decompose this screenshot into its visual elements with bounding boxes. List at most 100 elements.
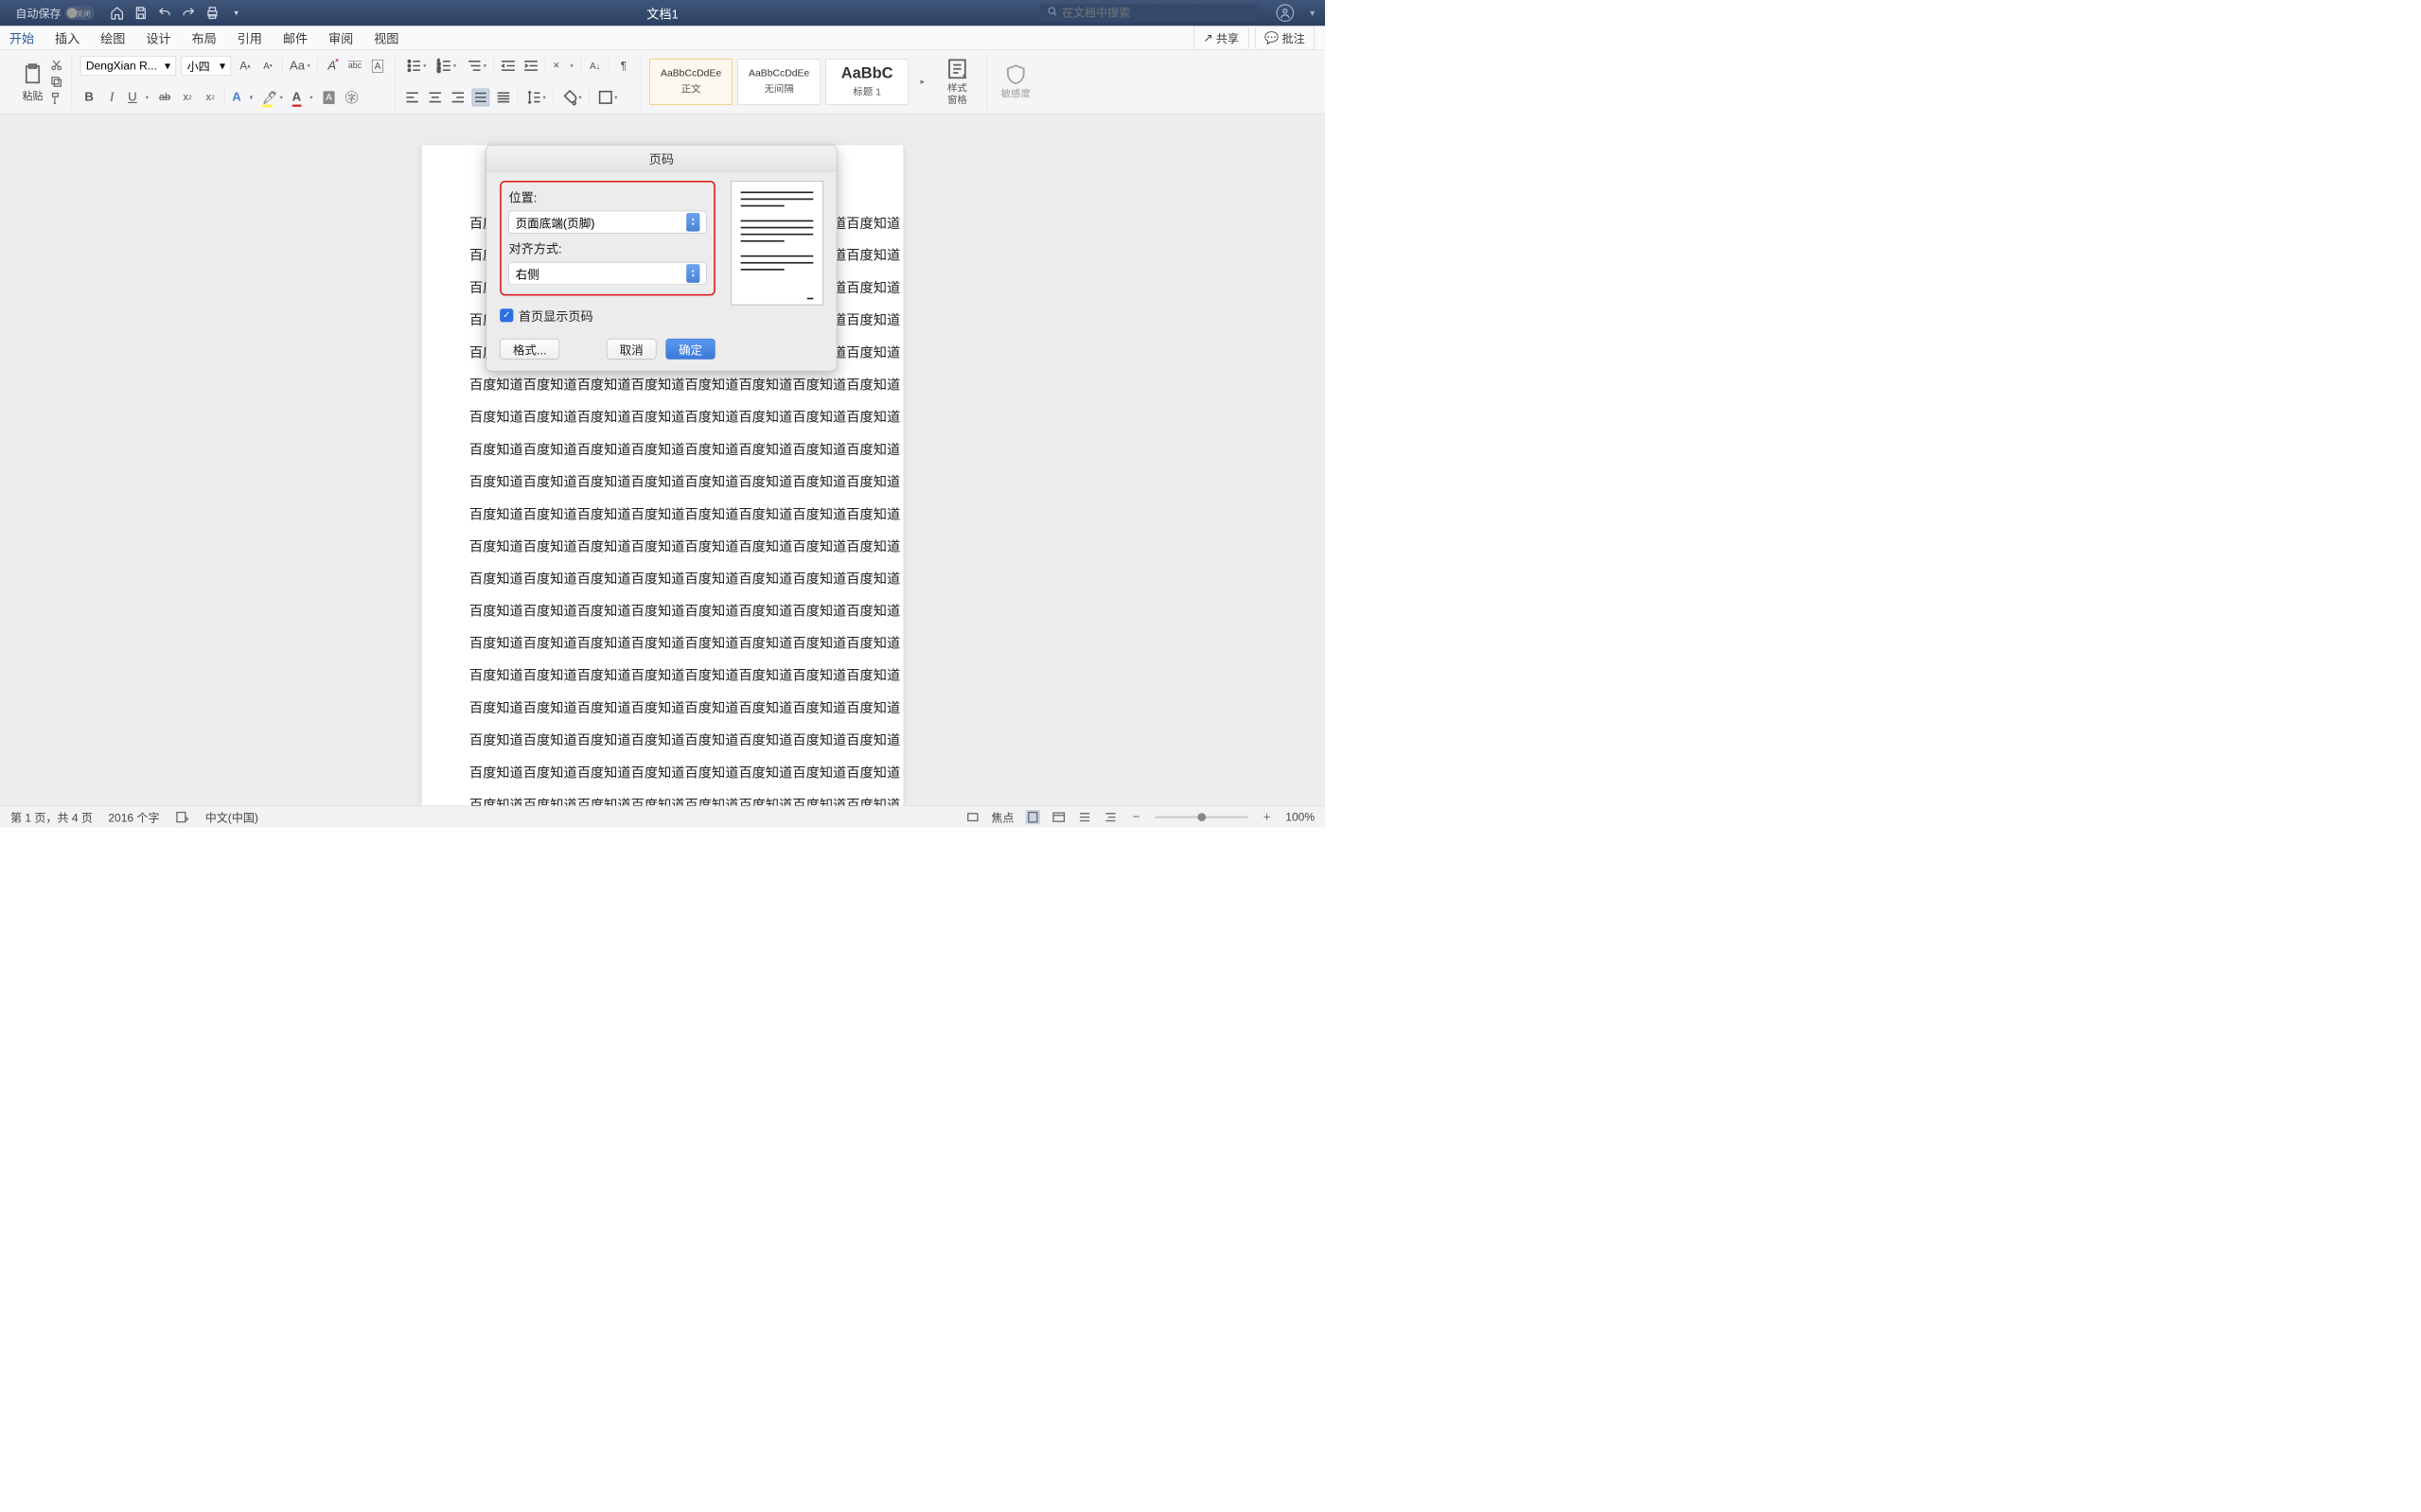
styles-more-icon[interactable]: ▸	[913, 73, 931, 91]
style-heading-1[interactable]: AaBbC 标题 1	[825, 59, 909, 104]
change-case-icon[interactable]: Aa▾	[288, 57, 312, 75]
stepper-icon: ▴▾	[686, 264, 699, 283]
numbering-icon[interactable]: 123▾	[433, 57, 458, 75]
language-indicator[interactable]: 中文(中国)	[205, 809, 258, 826]
zoom-out-icon[interactable]: −	[1129, 810, 1143, 824]
sort-icon[interactable]: A↓	[587, 57, 605, 75]
borders-icon[interactable]: ▾	[594, 89, 619, 107]
sensitivity-button[interactable]: 敏感度	[995, 62, 1036, 100]
zoom-in-icon[interactable]: +	[1260, 810, 1274, 824]
redo-icon[interactable]	[182, 6, 196, 20]
share-icon: ↗	[1203, 31, 1212, 44]
tab-design[interactable]: 设计	[146, 25, 170, 51]
strikethrough-icon[interactable]: ab	[156, 89, 174, 107]
share-button[interactable]: ↗共享	[1193, 26, 1248, 49]
align-left-icon[interactable]	[403, 89, 421, 107]
increase-indent-icon[interactable]	[522, 57, 540, 75]
line-spacing-icon[interactable]: ▾	[523, 89, 548, 107]
body-line: 百度知道百度知道百度知道百度知道百度知道百度知道百度知道百度知道	[469, 433, 856, 466]
styles-pane-button[interactable]: 样式 窗格	[937, 57, 979, 106]
print-layout-icon[interactable]	[1026, 810, 1040, 824]
search-box[interactable]	[1040, 4, 1258, 22]
text-effects-icon[interactable]: A▾	[230, 89, 255, 107]
font-size-select[interactable]: 小四▾	[182, 56, 232, 76]
zoom-level[interactable]: 100%	[1285, 810, 1315, 823]
tab-home[interactable]: 开始	[9, 25, 34, 51]
align-right-icon[interactable]	[450, 89, 468, 107]
comments-button[interactable]: 💬批注	[1255, 26, 1315, 49]
search-input[interactable]	[1062, 7, 1250, 20]
font-family-select[interactable]: DengXian R...▾	[80, 56, 176, 76]
decrease-indent-icon[interactable]	[500, 57, 518, 75]
character-shading-icon[interactable]: A	[320, 89, 338, 107]
spellcheck-icon[interactable]	[175, 810, 189, 824]
focus-mode-icon[interactable]	[965, 810, 980, 824]
format-button[interactable]: 格式...	[500, 339, 559, 360]
underline-icon[interactable]: U▾	[126, 89, 150, 107]
character-border-icon[interactable]: A	[369, 57, 387, 75]
superscript-icon[interactable]: x2	[202, 89, 220, 107]
save-icon[interactable]	[133, 6, 148, 20]
preview-page-number-icon	[807, 298, 814, 300]
qat-dropdown-icon[interactable]: ▾	[229, 6, 243, 20]
home-icon[interactable]	[110, 6, 124, 20]
cut-icon[interactable]	[50, 59, 63, 72]
print-icon[interactable]	[205, 6, 220, 20]
align-justify-icon[interactable]	[472, 89, 490, 107]
checkbox-checked-icon: ✓	[500, 308, 513, 322]
user-icon[interactable]	[1277, 4, 1295, 22]
highlighted-region: 位置: 页面底端(页脚) ▴▾ 对齐方式: 右侧 ▴▾	[500, 181, 716, 296]
show-marks-icon[interactable]: ¶	[615, 57, 633, 75]
bullets-icon[interactable]: ▾	[403, 57, 428, 75]
tab-mailings[interactable]: 邮件	[283, 25, 308, 51]
paste-icon[interactable]	[22, 61, 44, 86]
bold-icon[interactable]: B	[80, 89, 98, 107]
outline-view-icon[interactable]	[1077, 810, 1091, 824]
format-painter-icon[interactable]	[50, 92, 63, 105]
web-layout-icon[interactable]	[1051, 810, 1066, 824]
tab-layout[interactable]: 布局	[192, 25, 217, 51]
style-normal[interactable]: AaBbCcDdEe 正文	[649, 59, 733, 104]
autosave-toggle[interactable]: 关闭	[65, 7, 95, 20]
tab-review[interactable]: 审阅	[328, 25, 353, 51]
tab-draw[interactable]: 绘图	[100, 25, 125, 51]
clear-formatting-icon[interactable]: A✕	[324, 57, 342, 75]
search-icon	[1048, 7, 1058, 20]
ribbon-collapse-icon[interactable]: ▾	[1310, 8, 1315, 18]
draft-view-icon[interactable]	[1104, 810, 1118, 824]
alignment-label: 对齐方式:	[508, 238, 706, 256]
multilevel-list-icon[interactable]: ▾	[464, 57, 488, 75]
autosave-group: 自动保存 关闭	[15, 5, 94, 22]
tab-insert[interactable]: 插入	[55, 25, 80, 51]
shading-icon[interactable]: ▾	[559, 89, 584, 107]
italic-icon[interactable]: I	[103, 89, 121, 107]
subscript-icon[interactable]: x2	[179, 89, 197, 107]
first-page-checkbox[interactable]: ✓ 首页显示页码	[500, 306, 716, 324]
ok-button[interactable]: 确定	[665, 339, 716, 360]
position-select[interactable]: 页面底端(页脚) ▴▾	[508, 211, 706, 234]
cancel-button[interactable]: 取消	[607, 339, 657, 360]
undo-icon[interactable]	[157, 6, 171, 20]
tab-references[interactable]: 引用	[238, 25, 262, 51]
position-label: 位置:	[508, 187, 706, 205]
highlight-icon[interactable]: 🖊▾	[260, 89, 285, 107]
page-indicator[interactable]: 第 1 页，共 4 页	[10, 809, 93, 826]
word-count[interactable]: 2016 个字	[108, 809, 159, 826]
enclose-characters-icon[interactable]: 字	[343, 89, 361, 107]
phonetic-guide-icon[interactable]: abc	[346, 57, 364, 75]
shrink-font-icon[interactable]: A▾	[259, 57, 277, 75]
asian-layout-icon[interactable]: ✕▾	[551, 57, 575, 75]
zoom-slider[interactable]	[1155, 816, 1248, 818]
grow-font-icon[interactable]: A▴	[237, 57, 255, 75]
chevron-down-icon: ▾	[220, 59, 225, 72]
body-line: 百度知道百度知道百度知道百度知道百度知道百度知道百度知道百度知道	[469, 369, 856, 401]
align-center-icon[interactable]	[426, 89, 444, 107]
copy-icon[interactable]	[50, 75, 63, 88]
body-line: 百度知道百度知道百度知道百度知道百度知道百度知道百度知道百度知道	[469, 563, 856, 595]
style-no-spacing[interactable]: AaBbCcDdEe 无间隔	[737, 59, 821, 104]
alignment-select[interactable]: 右侧 ▴▾	[508, 262, 706, 285]
align-distribute-icon[interactable]	[495, 89, 513, 107]
body-line: 百度知道百度知道百度知道百度知道百度知道百度知道百度知道百度知道	[469, 659, 856, 692]
font-color-icon[interactable]: A▾	[290, 89, 314, 107]
tab-view[interactable]: 视图	[374, 25, 398, 51]
